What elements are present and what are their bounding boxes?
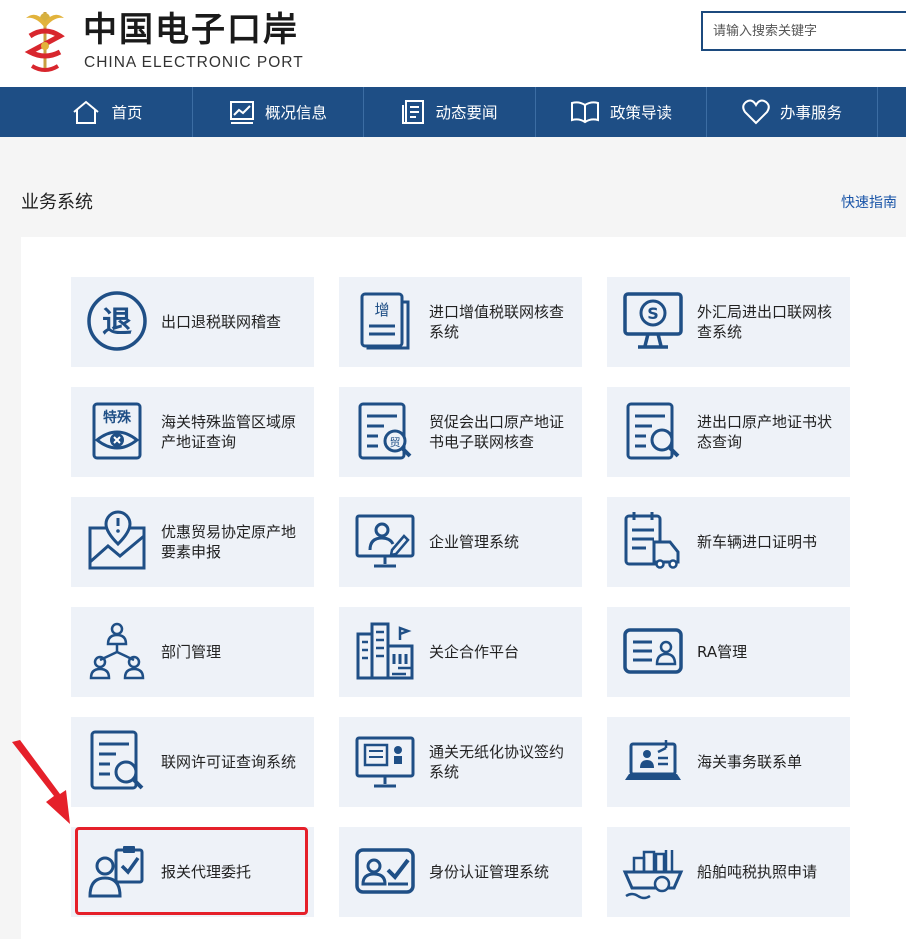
forex-monitor-icon: S bbox=[623, 292, 683, 349]
card-label: 新车辆进口证明书 bbox=[697, 533, 818, 551]
special-zone-eye-icon: 特殊 bbox=[92, 402, 142, 460]
card-label: 部门管理 bbox=[161, 643, 222, 661]
card-label: 优惠贸易协定原产地要素申报 bbox=[161, 523, 297, 561]
nav-label: 政策导读 bbox=[609, 104, 672, 122]
card-import-vat-check[interactable]: 增 进口增值税联网核查系统 bbox=[339, 277, 582, 367]
nav-item-home[interactable]: 首页 bbox=[22, 87, 192, 137]
search-input[interactable] bbox=[703, 13, 906, 49]
card-customs-contact-form[interactable]: 海关事务联系单 bbox=[607, 717, 850, 807]
heart-icon bbox=[742, 99, 770, 125]
card-ra-management[interactable]: RA管理 bbox=[607, 607, 850, 697]
home-icon bbox=[73, 100, 100, 124]
nav-label: 概况信息 bbox=[264, 104, 327, 122]
quick-guide-link[interactable]: 快速指南 bbox=[841, 193, 897, 213]
ship-icon bbox=[622, 850, 684, 900]
org-chart-icon bbox=[89, 622, 145, 680]
card-label: 贸促会出口原产地证书电子联网核查 bbox=[429, 413, 565, 451]
nav-label: 首页 bbox=[111, 104, 143, 122]
nav-item-policy[interactable]: 政策导读 bbox=[536, 87, 706, 137]
card-label: 通关无纸化协议签约系统 bbox=[429, 743, 565, 781]
nav-item-services[interactable]: 办事服务 bbox=[707, 87, 877, 137]
card-license-query[interactable]: 联网许可证查询系统 bbox=[71, 717, 314, 807]
card-label: 外汇局进出口联网核查系统 bbox=[697, 303, 833, 341]
buildings-icon bbox=[356, 622, 414, 680]
card-label: 报关代理委托 bbox=[161, 863, 252, 881]
enterprise-monitor-icon bbox=[355, 514, 415, 568]
card-label: 海关事务联系单 bbox=[697, 753, 803, 771]
vat-document-icon: 增 bbox=[360, 292, 410, 350]
license-search-icon bbox=[90, 730, 144, 790]
laptop-contact-icon bbox=[625, 740, 681, 780]
card-special-zone-origin[interactable]: 特殊 海关特殊监管区域原产地证查询 bbox=[71, 387, 314, 477]
card-export-tax-refund[interactable]: 退 出口退税联网稽查 bbox=[71, 277, 314, 367]
certificate-search-icon bbox=[626, 402, 680, 460]
card-paperless-agreement[interactable]: 通关无纸化协议签约系统 bbox=[339, 717, 582, 807]
card-forex-check[interactable]: S 外汇局进出口联网核查系统 bbox=[607, 277, 850, 367]
nav-divider bbox=[877, 87, 878, 137]
logo-chinese-text[interactable]: 中国电子口岸 bbox=[83, 10, 299, 50]
card-department-management[interactable]: 部门管理 bbox=[71, 607, 314, 697]
tax-refund-icon: 退 bbox=[87, 291, 147, 351]
nav-item-overview[interactable]: 概况信息 bbox=[193, 87, 363, 137]
svg-text:退: 退 bbox=[102, 305, 132, 340]
id-card-icon bbox=[623, 628, 683, 674]
card-new-vehicle-cert[interactable]: 新车辆进口证明书 bbox=[607, 497, 850, 587]
map-pin-icon bbox=[88, 510, 146, 570]
card-label: 身份认证管理系统 bbox=[429, 863, 550, 881]
chart-icon bbox=[229, 101, 254, 124]
paperless-monitor-icon bbox=[355, 736, 415, 788]
card-customs-enterprise-platform[interactable]: 关企合作平台 bbox=[339, 607, 582, 697]
card-identity-management[interactable]: 身份认证管理系统 bbox=[339, 827, 582, 917]
trade-certificate-icon: 贸 bbox=[358, 402, 412, 460]
identity-check-icon bbox=[355, 848, 415, 894]
book-icon bbox=[570, 101, 599, 124]
card-label: 企业管理系统 bbox=[429, 533, 520, 551]
card-label: 出口退税联网稽查 bbox=[161, 313, 282, 331]
card-label: 船舶吨税执照申请 bbox=[697, 863, 818, 881]
card-preferential-origin[interactable]: 优惠贸易协定原产地要素申报 bbox=[71, 497, 314, 587]
news-icon bbox=[402, 100, 425, 124]
card-label: 关企合作平台 bbox=[429, 643, 520, 661]
nav-item-news[interactable]: 动态要闻 bbox=[364, 87, 535, 137]
vehicle-document-icon bbox=[624, 512, 680, 569]
search-box[interactable] bbox=[701, 11, 906, 51]
card-ship-tonnage-tax[interactable]: 船舶吨税执照申请 bbox=[607, 827, 850, 917]
header: 中国电子口岸 CHINA ELECTRONIC PORT bbox=[0, 0, 906, 87]
main-nav: 首页 概况信息 动态要闻 政策导读 办事服务 bbox=[0, 87, 906, 137]
red-arrow-annotation-icon bbox=[12, 740, 70, 824]
card-origin-cert-status[interactable]: 进出口原产地证书状态查询 bbox=[607, 387, 850, 477]
agent-clipboard-icon bbox=[88, 846, 144, 898]
section-title: 业务系统 bbox=[21, 192, 93, 213]
svg-text:特殊: 特殊 bbox=[103, 409, 132, 426]
card-ccpit-origin-check[interactable]: 贸 贸促会出口原产地证书电子联网核查 bbox=[339, 387, 582, 477]
card-label: RA管理 bbox=[697, 643, 748, 661]
svg-text:S: S bbox=[647, 304, 659, 323]
svg-text:增: 增 bbox=[374, 301, 389, 319]
nav-label: 动态要闻 bbox=[435, 104, 498, 122]
card-label: 联网许可证查询系统 bbox=[161, 753, 297, 771]
card-label: 进口增值税联网核查系统 bbox=[429, 303, 565, 341]
svg-text:贸: 贸 bbox=[390, 436, 401, 449]
card-label: 海关特殊监管区域原产地证查询 bbox=[161, 413, 297, 451]
card-enterprise-management[interactable]: 企业管理系统 bbox=[339, 497, 582, 587]
logo-english-text[interactable]: CHINA ELECTRONIC PORT bbox=[84, 53, 304, 73]
china-port-emblem-icon[interactable] bbox=[18, 8, 72, 76]
nav-label: 办事服务 bbox=[779, 104, 842, 122]
card-label: 进出口原产地证书状态查询 bbox=[697, 413, 833, 451]
card-customs-agent-entrust[interactable]: 报关代理委托 bbox=[71, 827, 314, 917]
